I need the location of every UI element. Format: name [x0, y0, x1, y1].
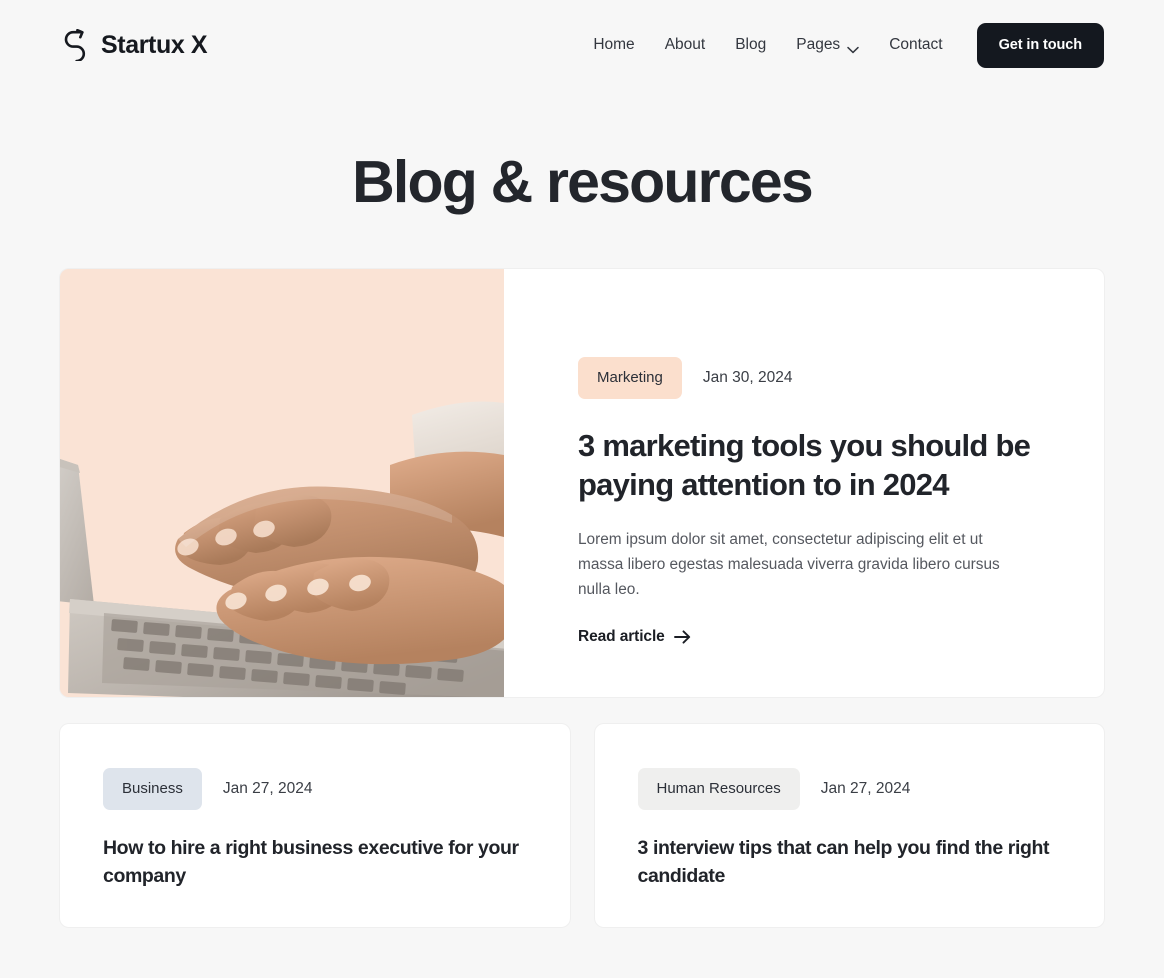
brand-logo-link[interactable]: Startux X — [60, 28, 208, 63]
category-badge-marketing[interactable]: Marketing — [578, 356, 682, 399]
page-title: Blog & resources — [352, 149, 814, 215]
blog-resources-page: Startux X Home About Blog Pages Contact … — [0, 0, 1164, 978]
post-card-grid: Business Jan 27, 2024 How to hire a righ… — [60, 723, 1104, 927]
nav-item-about[interactable]: About — [650, 26, 721, 64]
get-in-touch-button[interactable]: Get in touch — [976, 22, 1104, 68]
arrow-right-icon — [673, 629, 691, 644]
post-card-meta: Human Resources Jan 27, 2024 — [637, 767, 1065, 810]
nav-item-pages[interactable]: Pages — [781, 26, 874, 64]
nav-item-home[interactable]: Home — [578, 26, 649, 64]
nav-item-contact[interactable]: Contact — [874, 26, 957, 64]
featured-post-card[interactable]: Marketing Jan 30, 2024 3 marketing tools… — [60, 268, 1104, 697]
chevron-down-icon — [847, 41, 859, 54]
nav-item-about-label: About — [664, 36, 706, 53]
nav-item-contact-label: Contact — [889, 36, 943, 53]
read-article-label: Read article — [578, 627, 665, 645]
read-article-link[interactable]: Read article — [578, 628, 691, 646]
zigzag-arrow-logo-icon — [60, 28, 90, 63]
featured-post-date: Jan 30, 2024 — [702, 368, 793, 386]
post-card-title: How to hire a right business executive f… — [103, 836, 519, 887]
featured-post-excerpt: Lorem ipsum dolor sit amet, consectetur … — [578, 530, 1000, 598]
site-header: Startux X Home About Blog Pages Contact … — [0, 0, 1164, 90]
nav-item-blog[interactable]: Blog — [720, 26, 781, 64]
post-card-meta: Business Jan 27, 2024 — [103, 767, 530, 810]
post-card-date: Jan 27, 2024 — [222, 779, 313, 797]
featured-post-meta: Marketing Jan 30, 2024 — [578, 356, 1032, 399]
main-content: Marketing Jan 30, 2024 3 marketing tools… — [0, 268, 1164, 927]
post-card-date: Jan 27, 2024 — [820, 779, 911, 797]
post-card-title: 3 interview tips that can help you find … — [637, 836, 1050, 887]
brand-name: Startux X — [101, 30, 208, 59]
featured-post-title: 3 marketing tools you should be paying a… — [578, 427, 1031, 503]
category-badge-human-resources[interactable]: Human Resources — [637, 767, 800, 810]
nav-item-blog-label: Blog — [735, 36, 767, 53]
featured-post-image — [60, 268, 504, 697]
nav-item-home-label: Home — [593, 36, 635, 53]
main-navigation: Home About Blog Pages Contact Get in tou… — [578, 22, 1104, 68]
nav-item-pages-label: Pages — [796, 36, 841, 53]
post-card-human-resources[interactable]: Human Resources Jan 27, 2024 3 interview… — [594, 723, 1104, 927]
post-card-business[interactable]: Business Jan 27, 2024 How to hire a righ… — [60, 723, 570, 927]
featured-post-body: Marketing Jan 30, 2024 3 marketing tools… — [504, 269, 1104, 697]
category-badge-business[interactable]: Business — [103, 767, 202, 810]
